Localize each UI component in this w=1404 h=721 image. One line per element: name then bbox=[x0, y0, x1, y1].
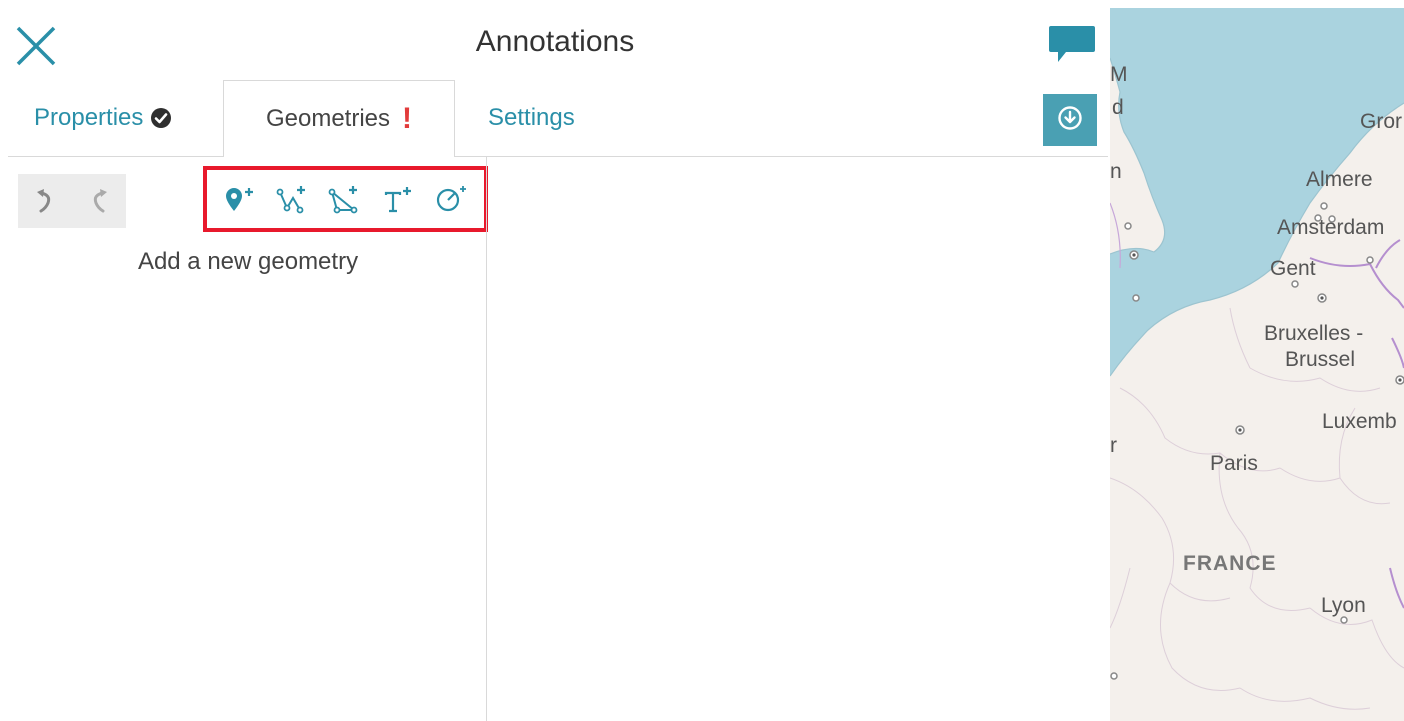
add-circle-icon[interactable] bbox=[435, 184, 467, 214]
map-label: r bbox=[1110, 434, 1117, 457]
map-label: Brussel bbox=[1285, 348, 1356, 371]
map-label: Amsterdam bbox=[1277, 216, 1385, 239]
add-text-icon[interactable] bbox=[382, 184, 414, 214]
tab-underline bbox=[8, 156, 1108, 157]
map-label: n bbox=[1110, 160, 1122, 183]
comment-icon[interactable] bbox=[1048, 24, 1096, 68]
add-point-icon[interactable] bbox=[224, 184, 254, 214]
map-label: Almere bbox=[1306, 168, 1373, 191]
map-view[interactable]: M d Gror n Almere Amsterdam Gent Bruxell… bbox=[1110, 8, 1404, 721]
tab-properties-label: Properties bbox=[34, 104, 144, 131]
tab-geometries[interactable]: Geometries ! bbox=[223, 80, 455, 157]
map-label: Lyon bbox=[1321, 594, 1366, 617]
map-label: Gror bbox=[1360, 110, 1402, 133]
map-label: M bbox=[1110, 63, 1128, 86]
map-label: Paris bbox=[1210, 452, 1258, 475]
geometry-toolbar bbox=[203, 166, 488, 232]
map-label: Gent bbox=[1270, 257, 1316, 280]
add-line-icon[interactable] bbox=[275, 184, 307, 214]
check-circle-icon bbox=[151, 108, 172, 128]
tab-properties[interactable]: Properties bbox=[34, 80, 172, 156]
tab-settings[interactable]: Settings bbox=[488, 80, 575, 156]
warning-badge: ! bbox=[402, 102, 413, 135]
annotations-panel: Annotations Properties Geometries ! Sett… bbox=[0, 0, 1110, 721]
map-label: Luxemb bbox=[1322, 410, 1397, 433]
add-polygon-icon[interactable] bbox=[328, 184, 360, 214]
map-label: FRANCE bbox=[1183, 552, 1277, 575]
tab-settings-label: Settings bbox=[488, 104, 575, 131]
map-label: Bruxelles - bbox=[1264, 322, 1364, 345]
tab-bar: Properties Geometries ! Settings bbox=[8, 80, 1108, 157]
tab-geometries-label: Geometries bbox=[265, 105, 391, 132]
undo-redo-group bbox=[18, 174, 126, 228]
empty-hint: Add a new geometry bbox=[137, 248, 359, 275]
redo-icon[interactable] bbox=[89, 187, 109, 215]
panel-title: Annotations bbox=[475, 25, 635, 58]
undo-icon[interactable] bbox=[35, 187, 55, 215]
map-label: d bbox=[1112, 96, 1124, 119]
panel-divider bbox=[486, 157, 487, 721]
